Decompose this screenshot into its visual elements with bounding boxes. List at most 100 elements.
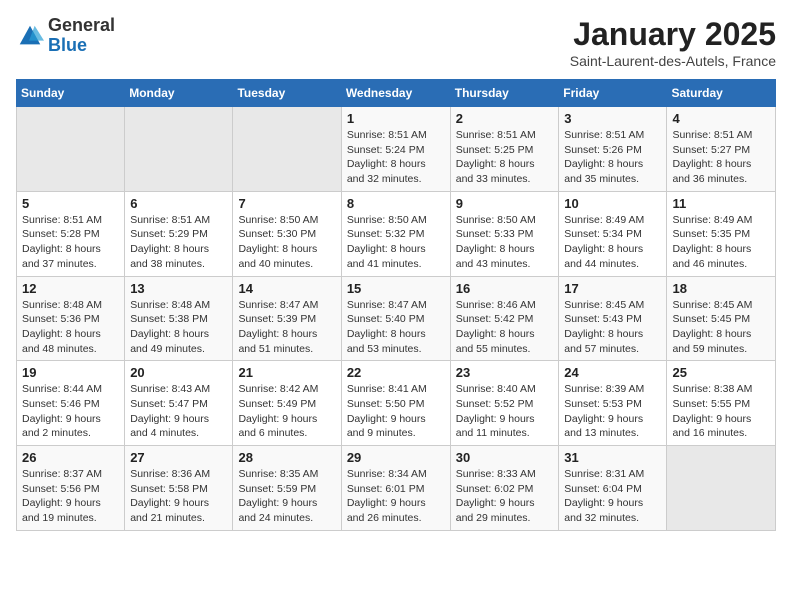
weekday-header: Tuesday xyxy=(233,80,341,107)
day-number: 20 xyxy=(130,365,227,380)
day-number: 12 xyxy=(22,281,119,296)
calendar-cell xyxy=(667,446,776,531)
day-info: Sunrise: 8:51 AM Sunset: 5:25 PM Dayligh… xyxy=(456,128,554,187)
calendar-cell: 7 Sunrise: 8:50 AM Sunset: 5:30 PM Daylig… xyxy=(233,191,341,276)
day-info: Sunrise: 8:45 AM Sunset: 5:45 PM Dayligh… xyxy=(672,298,770,357)
calendar-cell: 5 Sunrise: 8:51 AM Sunset: 5:28 PM Daylig… xyxy=(17,191,125,276)
day-info: Sunrise: 8:37 AM Sunset: 5:56 PM Dayligh… xyxy=(22,467,119,526)
weekday-header: Wednesday xyxy=(341,80,450,107)
day-number: 21 xyxy=(238,365,335,380)
calendar-cell: 28 Sunrise: 8:35 AM Sunset: 5:59 PM Dayli… xyxy=(233,446,341,531)
day-number: 16 xyxy=(456,281,554,296)
day-info: Sunrise: 8:45 AM Sunset: 5:43 PM Dayligh… xyxy=(564,298,661,357)
day-info: Sunrise: 8:47 AM Sunset: 5:40 PM Dayligh… xyxy=(347,298,445,357)
calendar-cell: 30 Sunrise: 8:33 AM Sunset: 6:02 PM Dayli… xyxy=(450,446,559,531)
day-info: Sunrise: 8:43 AM Sunset: 5:47 PM Dayligh… xyxy=(130,382,227,441)
day-info: Sunrise: 8:47 AM Sunset: 5:39 PM Dayligh… xyxy=(238,298,335,357)
day-info: Sunrise: 8:46 AM Sunset: 5:42 PM Dayligh… xyxy=(456,298,554,357)
day-number: 2 xyxy=(456,111,554,126)
day-number: 9 xyxy=(456,196,554,211)
calendar-cell: 9 Sunrise: 8:50 AM Sunset: 5:33 PM Daylig… xyxy=(450,191,559,276)
day-number: 31 xyxy=(564,450,661,465)
day-info: Sunrise: 8:51 AM Sunset: 5:27 PM Dayligh… xyxy=(672,128,770,187)
calendar-cell xyxy=(233,107,341,192)
day-info: Sunrise: 8:48 AM Sunset: 5:38 PM Dayligh… xyxy=(130,298,227,357)
day-info: Sunrise: 8:31 AM Sunset: 6:04 PM Dayligh… xyxy=(564,467,661,526)
calendar-cell: 29 Sunrise: 8:34 AM Sunset: 6:01 PM Dayli… xyxy=(341,446,450,531)
day-info: Sunrise: 8:48 AM Sunset: 5:36 PM Dayligh… xyxy=(22,298,119,357)
calendar-table: SundayMondayTuesdayWednesdayThursdayFrid… xyxy=(16,79,776,531)
day-info: Sunrise: 8:40 AM Sunset: 5:52 PM Dayligh… xyxy=(456,382,554,441)
day-info: Sunrise: 8:39 AM Sunset: 5:53 PM Dayligh… xyxy=(564,382,661,441)
calendar-cell: 31 Sunrise: 8:31 AM Sunset: 6:04 PM Dayli… xyxy=(559,446,667,531)
calendar-cell: 23 Sunrise: 8:40 AM Sunset: 5:52 PM Dayli… xyxy=(450,361,559,446)
day-number: 11 xyxy=(672,196,770,211)
calendar-title: January 2025 xyxy=(570,16,776,53)
logo-blue-text: Blue xyxy=(48,36,115,56)
day-number: 26 xyxy=(22,450,119,465)
calendar-cell xyxy=(125,107,233,192)
day-number: 10 xyxy=(564,196,661,211)
calendar-subtitle: Saint-Laurent-des-Autels, France xyxy=(570,53,776,69)
day-info: Sunrise: 8:50 AM Sunset: 5:30 PM Dayligh… xyxy=(238,213,335,272)
page-header: General Blue January 2025 Saint-Laurent-… xyxy=(16,16,776,69)
weekday-header: Sunday xyxy=(17,80,125,107)
day-number: 8 xyxy=(347,196,445,211)
weekday-header: Saturday xyxy=(667,80,776,107)
day-number: 27 xyxy=(130,450,227,465)
calendar-cell: 3 Sunrise: 8:51 AM Sunset: 5:26 PM Daylig… xyxy=(559,107,667,192)
day-number: 25 xyxy=(672,365,770,380)
day-info: Sunrise: 8:33 AM Sunset: 6:02 PM Dayligh… xyxy=(456,467,554,526)
day-number: 7 xyxy=(238,196,335,211)
day-number: 23 xyxy=(456,365,554,380)
day-info: Sunrise: 8:50 AM Sunset: 5:32 PM Dayligh… xyxy=(347,213,445,272)
day-info: Sunrise: 8:50 AM Sunset: 5:33 PM Dayligh… xyxy=(456,213,554,272)
calendar-cell: 19Sunrise: 8:44 AM Sunset: 5:46 PM Dayli… xyxy=(17,361,125,446)
day-number: 24 xyxy=(564,365,661,380)
calendar-week-row: 26 Sunrise: 8:37 AM Sunset: 5:56 PM Dayli… xyxy=(17,446,776,531)
day-info: Sunrise: 8:41 AM Sunset: 5:50 PM Dayligh… xyxy=(347,382,445,441)
day-number: 3 xyxy=(564,111,661,126)
day-number: 1 xyxy=(347,111,445,126)
day-number: 28 xyxy=(238,450,335,465)
day-number: 29 xyxy=(347,450,445,465)
title-block: January 2025 Saint-Laurent-des-Autels, F… xyxy=(570,16,776,69)
day-number: 14 xyxy=(238,281,335,296)
calendar-cell: 16 Sunrise: 8:46 AM Sunset: 5:42 PM Dayli… xyxy=(450,276,559,361)
weekday-header: Thursday xyxy=(450,80,559,107)
day-info: Sunrise: 8:38 AM Sunset: 5:55 PM Dayligh… xyxy=(672,382,770,441)
calendar-cell: 10 Sunrise: 8:49 AM Sunset: 5:34 PM Dayli… xyxy=(559,191,667,276)
day-number: 4 xyxy=(672,111,770,126)
logo: General Blue xyxy=(16,16,115,56)
calendar-cell: 15 Sunrise: 8:47 AM Sunset: 5:40 PM Dayli… xyxy=(341,276,450,361)
calendar-cell: 24 Sunrise: 8:39 AM Sunset: 5:53 PM Dayli… xyxy=(559,361,667,446)
day-info: Sunrise: 8:51 AM Sunset: 5:28 PM Dayligh… xyxy=(22,213,119,272)
calendar-cell: 14 Sunrise: 8:47 AM Sunset: 5:39 PM Dayli… xyxy=(233,276,341,361)
day-number: 22 xyxy=(347,365,445,380)
calendar-cell: 8 Sunrise: 8:50 AM Sunset: 5:32 PM Daylig… xyxy=(341,191,450,276)
calendar-cell: 25 Sunrise: 8:38 AM Sunset: 5:55 PM Dayli… xyxy=(667,361,776,446)
calendar-cell: 27 Sunrise: 8:36 AM Sunset: 5:58 PM Dayli… xyxy=(125,446,233,531)
day-info: Sunrise: 8:51 AM Sunset: 5:26 PM Dayligh… xyxy=(564,128,661,187)
calendar-cell: 18Sunrise: 8:45 AM Sunset: 5:45 PM Dayli… xyxy=(667,276,776,361)
calendar-cell: 13Sunrise: 8:48 AM Sunset: 5:38 PM Dayli… xyxy=(125,276,233,361)
calendar-cell: 20 Sunrise: 8:43 AM Sunset: 5:47 PM Dayli… xyxy=(125,361,233,446)
calendar-cell: 17 Sunrise: 8:45 AM Sunset: 5:43 PM Dayli… xyxy=(559,276,667,361)
day-number: 17 xyxy=(564,281,661,296)
calendar-cell: 4 Sunrise: 8:51 AM Sunset: 5:27 PM Daylig… xyxy=(667,107,776,192)
day-info: Sunrise: 8:34 AM Sunset: 6:01 PM Dayligh… xyxy=(347,467,445,526)
day-number: 15 xyxy=(347,281,445,296)
day-info: Sunrise: 8:35 AM Sunset: 5:59 PM Dayligh… xyxy=(238,467,335,526)
calendar-cell: 12 Sunrise: 8:48 AM Sunset: 5:36 PM Dayli… xyxy=(17,276,125,361)
day-info: Sunrise: 8:36 AM Sunset: 5:58 PM Dayligh… xyxy=(130,467,227,526)
calendar-cell: 1Sunrise: 8:51 AM Sunset: 5:24 PM Daylig… xyxy=(341,107,450,192)
day-number: 19 xyxy=(22,365,119,380)
day-info: Sunrise: 8:49 AM Sunset: 5:35 PM Dayligh… xyxy=(672,213,770,272)
day-number: 5 xyxy=(22,196,119,211)
day-number: 6 xyxy=(130,196,227,211)
day-number: 30 xyxy=(456,450,554,465)
logo-icon xyxy=(16,22,44,50)
weekday-header-row: SundayMondayTuesdayWednesdayThursdayFrid… xyxy=(17,80,776,107)
day-info: Sunrise: 8:49 AM Sunset: 5:34 PM Dayligh… xyxy=(564,213,661,272)
calendar-cell: 2 Sunrise: 8:51 AM Sunset: 5:25 PM Daylig… xyxy=(450,107,559,192)
